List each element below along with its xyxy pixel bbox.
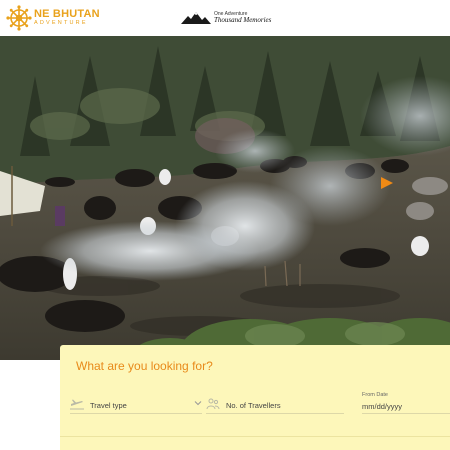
search-title: What are you looking for? — [76, 359, 213, 373]
travellers-input[interactable]: No. of Travellers — [206, 396, 344, 414]
from-date-placeholder: mm/dd/yyyy — [362, 402, 403, 411]
chevron-down-icon — [194, 401, 202, 406]
logo-main-text: NE BHUTAN — [34, 8, 100, 21]
brand-logo[interactable]: NE BHUTAN ADVENTURE — [6, 5, 100, 31]
from-date-input[interactable]: mm/dd/yyyy — [362, 399, 450, 414]
logo-sub-text: ADVENTURE — [34, 20, 88, 27]
plane-icon — [70, 399, 84, 410]
partner-logo[interactable]: One Adventure Thousand Memories — [181, 9, 271, 27]
partner-tagline-bottom: Thousand Memories — [214, 16, 272, 24]
site-header: NE BHUTAN ADVENTURE One Adventure Thousa… — [0, 0, 450, 36]
hero-image — [0, 36, 450, 360]
mountain-icon — [181, 12, 211, 24]
dharma-wheel-icon — [6, 5, 32, 31]
travel-type-select[interactable]: Travel type — [70, 396, 202, 414]
panel-divider — [60, 436, 450, 437]
travel-type-text: Travel type — [90, 401, 127, 410]
travellers-text: No. of Travellers — [226, 401, 281, 410]
from-date-label: From Date — [362, 392, 388, 398]
people-icon — [206, 398, 220, 410]
search-panel: What are you looking for? Travel type No… — [60, 345, 450, 450]
